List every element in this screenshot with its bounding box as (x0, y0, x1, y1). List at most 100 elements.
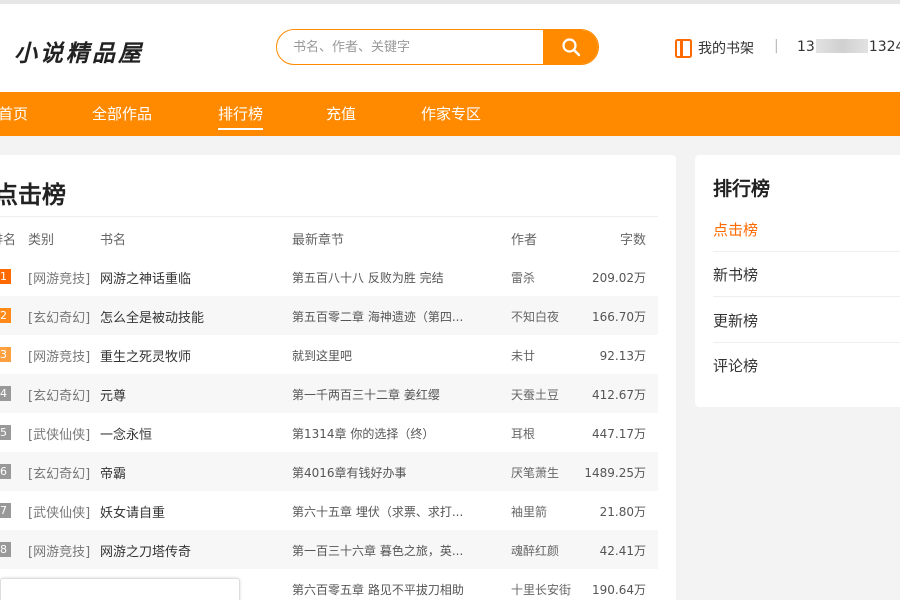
sidebar-item-click-rank[interactable]: 点击榜 (713, 207, 900, 252)
word-count: 447.17万 (592, 427, 646, 441)
book-title-link[interactable]: 怎么全是被动技能 (100, 307, 285, 326)
word-count: 412.67万 (592, 388, 646, 402)
header-divider: | (774, 38, 779, 54)
search-input[interactable] (293, 30, 543, 64)
category-link[interactable]: [玄幻奇幻] (28, 463, 90, 482)
sidebar-item-new-rank[interactable]: 新书榜 (713, 252, 900, 297)
latest-chapter-link[interactable]: 第六十五章 埋伏（求票、求打... (292, 503, 507, 520)
col-book: 书名 (100, 233, 127, 248)
sidebar-item-label: 更新榜 (713, 312, 759, 330)
col-category: 类别 (28, 233, 55, 248)
sidebar-item-comment-rank[interactable]: 评论榜 (713, 343, 900, 388)
col-words: 字数 (620, 233, 647, 248)
table-row: 5 [武侠仙侠] 一念永恒 第1314章 你的选择（终） 耳根 447.17万 (0, 413, 658, 452)
sidebar-item-update-rank[interactable]: 更新榜 (713, 298, 900, 343)
sidebar-item-label: 新书榜 (713, 266, 759, 284)
author-name: 袖里箭 (511, 505, 548, 519)
phone-mask (815, 39, 868, 53)
nav-recharge[interactable]: 充值 (326, 92, 356, 136)
table-row: 8 [网游竞技] 网游之刀塔传奇 第一百三十六章 暮色之旅，英... 魂醉红颜 42.41… (0, 530, 658, 569)
rank-badge: 5 (0, 425, 11, 440)
category-link[interactable]: [武侠仙侠] (28, 502, 90, 521)
book-title-link[interactable]: 妖女请自重 (100, 502, 285, 521)
site-logo[interactable]: 小说精品屋 (14, 34, 144, 68)
author-name: 雷杀 (511, 271, 536, 285)
author-name: 魂醉红颜 (511, 544, 560, 558)
rank-badge: 6 (0, 464, 11, 479)
table-header: 排名 类别 书名 最新章节 作者 字数 (0, 217, 658, 257)
col-author: 作者 (511, 233, 538, 248)
sidebar-title: 排行榜 (713, 178, 771, 200)
user-account[interactable]: 13 1324 (797, 39, 900, 55)
category-link[interactable]: [武侠仙侠] (28, 424, 90, 443)
sidebar-item-label: 评论榜 (713, 357, 759, 375)
rank-badge: 8 (0, 542, 11, 557)
floating-popup (0, 578, 240, 600)
col-chapter: 最新章节 (292, 233, 345, 248)
category-link[interactable]: [网游竞技] (28, 268, 90, 287)
latest-chapter-link[interactable]: 第六百零五章 路见不平拔刀相助 (292, 581, 507, 598)
page-title: 点击榜 (0, 181, 66, 209)
book-title-link[interactable]: 元尊 (100, 385, 285, 404)
word-count: 166.70万 (592, 310, 646, 324)
rank-badge: 7 (0, 503, 11, 518)
author-name: 十里长安街 (511, 583, 572, 597)
author-name: 不知白夜 (511, 310, 560, 324)
table-row: 3 [网游竞技] 重生之死灵牧师 就到这里吧 未廿 92.13万 (0, 335, 658, 374)
bookshelf-link[interactable]: 我的书架 (675, 38, 754, 58)
rank-badge: 4 (0, 386, 11, 401)
user-phone-prefix: 13 (797, 39, 815, 55)
rank-badge: 1 (0, 269, 11, 284)
word-count: 1489.25万 (584, 466, 646, 480)
latest-chapter-link[interactable]: 第4016章有钱好办事 (292, 464, 507, 481)
nav-all-works[interactable]: 全部作品 (92, 92, 152, 136)
col-rank: 排名 (0, 233, 17, 248)
search-button[interactable] (543, 30, 598, 64)
category-link[interactable]: [玄幻奇幻] (28, 307, 90, 326)
latest-chapter-link[interactable]: 第一百三十六章 暮色之旅，英... (292, 542, 507, 559)
table-row: 7 [武侠仙侠] 妖女请自重 第六十五章 埋伏（求票、求打... 袖里箭 21.80万 (0, 491, 658, 530)
nav-ranking[interactable]: 排行榜 (218, 92, 264, 136)
search-bar (276, 29, 599, 65)
word-count: 209.02万 (592, 271, 646, 285)
category-link[interactable]: [网游竞技] (28, 541, 90, 560)
table-row: 2 [玄幻奇幻] 怎么全是被动技能 第五百零二章 海神遗迹（第四... 不知白夜 166.… (0, 296, 658, 335)
user-phone-suffix: 1324 (868, 39, 900, 55)
latest-chapter-link[interactable]: 第1314章 你的选择（终） (292, 425, 507, 442)
nav-home[interactable]: 首页 (0, 92, 28, 136)
author-name: 未廿 (511, 349, 536, 363)
category-link[interactable]: [网游竞技] (28, 346, 90, 365)
table-row: 6 [玄幻奇幻] 帝霸 第4016章有钱好办事 厌笔萧生 1489.25万 (0, 452, 658, 491)
latest-chapter-link[interactable]: 第五百零二章 海神遗迹（第四... (292, 308, 507, 325)
book-title-link[interactable]: 一念永恒 (100, 424, 285, 443)
author-name: 厌笔萧生 (511, 466, 560, 480)
nav-author-zone[interactable]: 作家专区 (421, 92, 481, 136)
divider (713, 296, 900, 297)
header: 小说精品屋 我的书架 | 13 1324 (0, 4, 900, 92)
rank-badge: 2 (0, 308, 11, 323)
ranking-panel: 点击榜 排名 类别 书名 最新章节 作者 字数 1[网游竞技]网游之神话重临第五… (0, 155, 676, 600)
bookshelf-label: 我的书架 (698, 41, 754, 57)
category-link[interactable]: [玄幻奇幻] (28, 385, 90, 404)
table-row: 4 [玄幻奇幻] 元尊 第一千两百三十二章 姜红缨 天蚕土豆 412.67万 (0, 374, 658, 413)
word-count: 190.64万 (592, 583, 646, 597)
latest-chapter-link[interactable]: 第五百八十八 反败为胜 完结 (292, 269, 507, 286)
table-row: 1 [网游竞技] 网游之神话重临 第五百八十八 反败为胜 完结 雷杀 209.02万 (0, 257, 658, 296)
book-title-link[interactable]: 帝霸 (100, 463, 285, 482)
book-title-link[interactable]: 重生之死灵牧师 (100, 346, 285, 365)
bookshelf-icon (675, 38, 692, 58)
book-title-link[interactable]: 网游之刀塔传奇 (100, 541, 285, 560)
word-count: 21.80万 (599, 505, 646, 519)
sidebar-item-label: 点击榜 (713, 221, 759, 239)
book-title-link[interactable]: 网游之神话重临 (100, 268, 285, 287)
word-count: 92.13万 (599, 349, 646, 363)
latest-chapter-link[interactable]: 第一千两百三十二章 姜红缨 (292, 386, 507, 403)
ranking-sidebar: 排行榜 点击榜 新书榜 更新榜 评论榜 (695, 155, 900, 407)
word-count: 42.41万 (599, 544, 646, 558)
rank-badge: 3 (0, 347, 11, 362)
author-name: 耳根 (511, 427, 536, 441)
main-nav: 首页 全部作品 排行榜 充值 作家专区 (0, 92, 900, 136)
author-name: 天蚕土豆 (511, 388, 560, 402)
latest-chapter-link[interactable]: 就到这里吧 (292, 347, 507, 364)
search-icon (562, 38, 581, 57)
